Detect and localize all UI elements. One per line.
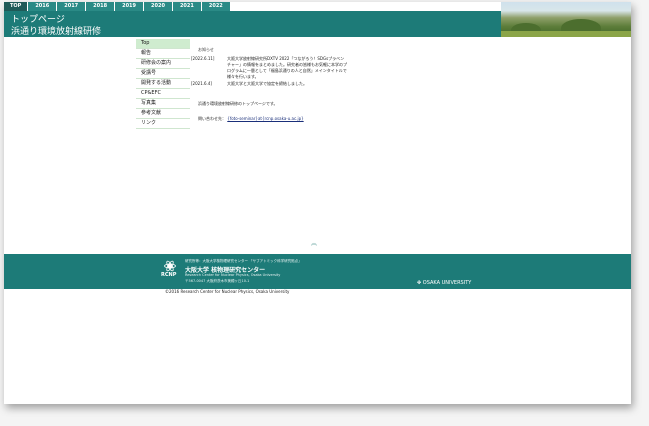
page: TOP 2016 2017 2018 2019 2020 2021 2022 ト… (4, 2, 631, 404)
sidebar-item-photos[interactable]: 写真集 (136, 99, 190, 109)
contact-line: 問い合わせ先： {foto-seminar}at{rcnp.osaka-u.ac… (198, 116, 304, 122)
osaka-university-text: OSAKA UNIVERSITY (422, 280, 472, 286)
logo-text: RCNP (161, 272, 177, 278)
footer: RCNP 研究所等：大阪大学核物理研究センター 「サブアトミック科学研究拠点」 … (4, 254, 631, 289)
sidebar-item-activities[interactable]: 開発する活動 (136, 79, 190, 89)
news-list: [2022.6.11] 大阪大学放射線研究所DXTV 2022「つながろう！SD… (191, 56, 351, 87)
grass-shape (501, 31, 631, 37)
news-date: [2022.6.11] (191, 56, 215, 61)
osaka-mark-icon: ✤ (417, 280, 422, 286)
copyright: ©2016 Research Center for Nuclear Physic… (165, 289, 290, 294)
intro-text: 浜通り環境放射線研修のトップページです。 (198, 101, 278, 106)
news-item: [2022.6.11] 大阪大学放射線研究所DXTV 2022「つながろう！SD… (191, 56, 351, 80)
news-text: 大阪大学と大阪大学で協定を締結しました。 (227, 81, 307, 86)
footer-line1: 研究所等：大阪大学核物理研究センター 「サブアトミック科学研究拠点」 (185, 259, 302, 263)
sidebar-item-top[interactable]: Top (136, 39, 190, 49)
sidebar-item-seminar[interactable]: 研修会の案内 (136, 59, 190, 69)
tab-2017[interactable]: 2017 (57, 2, 86, 11)
tab-2018[interactable]: 2018 (86, 2, 115, 11)
rcnp-logo-icon (164, 260, 176, 272)
sidebar-item-links[interactable]: リンク (136, 119, 190, 129)
contact-label: 問い合わせ先： (198, 116, 226, 121)
tab-2016[interactable]: 2016 (28, 2, 57, 11)
news-text: 大阪大学放射線研究所DXTV 2022「つながろう！SDGsプラベンチャー」の情… (227, 56, 347, 79)
header-banner: トップページ 浜通り環境放射線研修 (4, 2, 631, 37)
footer-address: 〒567-0047 大阪府茨木市美穂ヶ丘10-1 (185, 279, 250, 283)
tab-2022[interactable]: 2022 (201, 2, 230, 11)
landscape-photo (501, 2, 631, 37)
sidebar-item-references[interactable]: 参考文献 (136, 109, 190, 119)
footer-english: Research Center for Nuclear Physics, Osa… (185, 273, 281, 277)
site-subtitle: 浜通り環境放射線研修 (11, 27, 102, 37)
tab-2021[interactable]: 2021 (172, 2, 201, 11)
osaka-university-logo: ✤ OSAKA UNIVERSITY (417, 280, 471, 286)
notice-heading: お知らせ (198, 47, 214, 52)
sidebar-item-report[interactable]: 報告 (136, 49, 190, 59)
sidebar-nav: Top 報告 研修会の案内 受講号 開発する活動 CP&EFC 写真集 参考文献… (136, 39, 190, 129)
year-tabs: TOP 2016 2017 2018 2019 2020 2021 2022 (4, 2, 230, 11)
tab-2020[interactable]: 2020 (144, 2, 172, 11)
tab-top[interactable]: TOP (4, 2, 28, 11)
sidebar-item-cpefc[interactable]: CP&EFC (136, 89, 190, 99)
news-item: [2021.6.4] 大阪大学と大阪大学で協定を締結しました。 (191, 81, 351, 87)
contact-email-link[interactable]: {foto-seminar}at{rcnp.osaka-u.ac.jp} (227, 116, 303, 121)
scroll-top-icon[interactable]: ︽ (311, 238, 317, 247)
news-date: [2021.6.4] (191, 81, 212, 86)
sidebar-item-participants[interactable]: 受講号 (136, 69, 190, 79)
tab-2019[interactable]: 2019 (115, 2, 144, 11)
